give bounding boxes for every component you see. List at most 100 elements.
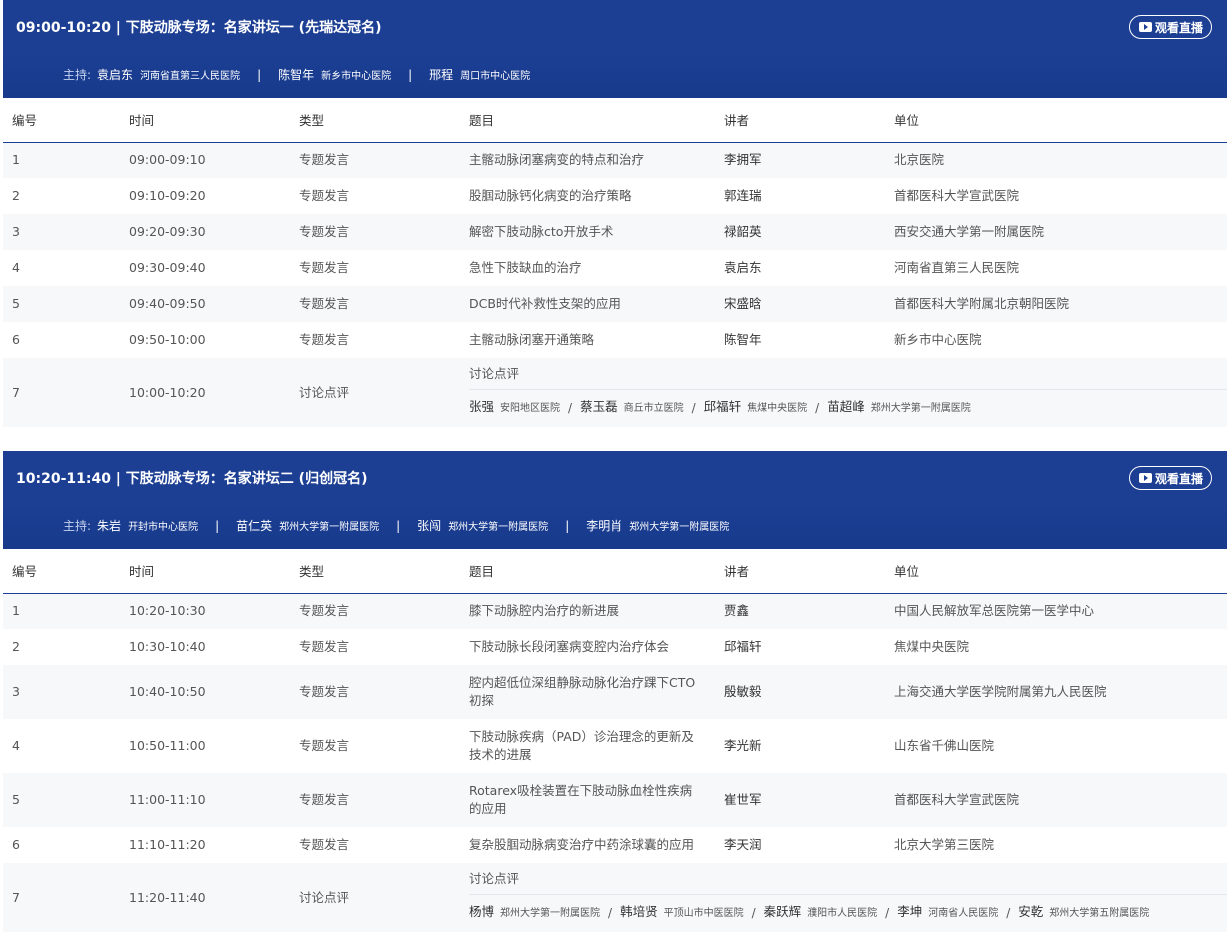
- row-type: 专题发言: [290, 178, 460, 214]
- row-speaker: 陈智年: [715, 322, 885, 358]
- schedule-table: 编号 时间 类型 题目 讲者 单位 1 10:20-10:30 专题发言 膝下动脉腔内治疗的新进展…: [3, 549, 1227, 932]
- discussion-speaker-name: 邱福轩: [703, 399, 742, 414]
- row-speaker: 贾鑫: [715, 593, 885, 629]
- hosts-prefix: 主持:: [63, 519, 92, 533]
- row-unit: 新乡市中心医院: [885, 322, 1227, 358]
- row-unit: 上海交通大学医学院附属第九人民医院: [885, 665, 1227, 719]
- table-row: 6 11:10-11:20 专题发言 复杂股腘动脉病变治疗中药涂球囊的应用 李天润 北京大…: [3, 827, 1227, 863]
- row-time: 09:50-10:00: [120, 322, 290, 358]
- host-unit: 河南省直第三人民医院: [140, 71, 241, 82]
- row-unit: 河南省直第三人民医院: [885, 250, 1227, 286]
- discussion-speaker-unit: 河南省人民医院: [928, 908, 999, 919]
- discussion-row: 7 10:00-10:20 讨论点评 讨论点评 张强 安阳地区医院 / 蔡玉磊 商丘市立医院 / 邱…: [3, 358, 1227, 427]
- host-unit: 郑州大学第一附属医院: [629, 522, 730, 533]
- host-name: 邢程: [429, 68, 454, 82]
- col-speaker-header: 讲者: [715, 549, 885, 594]
- discussion-speaker: 杨博 郑州大学第一附属医院: [469, 903, 600, 923]
- table-row: 4 10:50-11:00 专题发言 下肢动脉疾病（PAD）诊治理念的更新及技术的进展…: [3, 719, 1227, 773]
- host-name: 李明肖: [586, 519, 623, 533]
- host-unit: 郑州大学第一附属医院: [448, 522, 549, 533]
- row-time: 09:10-09:20: [120, 178, 290, 214]
- row-number: 1: [3, 593, 120, 629]
- row-type: 专题发言: [290, 773, 460, 827]
- row-topic: 复杂股腘动脉病变治疗中药涂球囊的应用: [460, 827, 715, 863]
- row-topic: Rotarex吸栓装置在下肢动脉血栓性疾病的应用: [460, 773, 715, 827]
- row-type: 专题发言: [290, 250, 460, 286]
- table-row: 4 09:30-09:40 专题发言 急性下肢缺血的治疗 袁启东 河南省直第三人民医院: [3, 250, 1227, 286]
- row-number: 1: [3, 142, 120, 178]
- row-type: 专题发言: [290, 719, 460, 773]
- col-unit-header: 单位: [885, 98, 1227, 143]
- col-type-header: 类型: [290, 549, 460, 594]
- row-topic: 股腘动脉钙化病变的治疗策略: [460, 178, 715, 214]
- row-speaker: 李光新: [715, 719, 885, 773]
- row-topic: 主髂动脉闭塞病变的特点和治疗: [460, 142, 715, 178]
- row-speaker: 崔世军: [715, 773, 885, 827]
- table-row: 3 09:20-09:30 专题发言 解密下肢动脉cto开放手术 禄韶英 西安交通大学第一…: [3, 214, 1227, 250]
- row-unit: 焦煤中央医院: [885, 629, 1227, 665]
- row-type: 专题发言: [290, 665, 460, 719]
- host-name: 陈智年: [278, 68, 315, 82]
- watch-live-button[interactable]: 观看直播: [1128, 466, 1212, 490]
- host-name: 朱岩: [97, 519, 122, 533]
- row-unit: 西安交通大学第一附属医院: [885, 214, 1227, 250]
- discussion-speaker-unit: 濮阳市人民医院: [807, 908, 878, 919]
- discussion-speaker-name: 杨博: [469, 904, 495, 919]
- row-topic: 下肢动脉疾病（PAD）诊治理念的更新及技术的进展: [460, 719, 715, 773]
- play-video-icon: [1138, 22, 1152, 32]
- host-separator: |: [408, 67, 413, 82]
- speaker-separator: /: [885, 906, 890, 920]
- row-time: 10:50-11:00: [120, 719, 290, 773]
- speaker-separator: /: [568, 401, 573, 415]
- table-header-row: 编号 时间 类型 题目 讲者 单位: [3, 98, 1227, 143]
- row-number: 4: [3, 250, 120, 286]
- watch-live-button[interactable]: 观看直播: [1128, 15, 1212, 39]
- discussion-speaker-name: 李坤: [897, 904, 923, 919]
- row-number: 3: [3, 665, 120, 719]
- discussion-title: 讨论点评: [469, 358, 1227, 390]
- col-number-header: 编号: [3, 549, 120, 594]
- row-number: 2: [3, 629, 120, 665]
- host-unit: 郑州大学第一附属医院: [279, 522, 380, 533]
- speaker-separator: /: [1006, 906, 1011, 920]
- row-time: 09:00-09:10: [120, 142, 290, 178]
- host-entry: 李明肖 郑州大学第一附属医院: [586, 517, 729, 534]
- host-unit: 新乡市中心医院: [321, 71, 392, 82]
- discussion-speaker: 韩培贤 平顶山市中医医院: [620, 903, 744, 923]
- discussion-speaker-name: 安乾: [1018, 904, 1044, 919]
- row-number: 5: [3, 773, 120, 827]
- host-separator: |: [565, 518, 570, 533]
- host-entry: 朱岩 开封市中心医院: [97, 517, 198, 534]
- row-time: 11:10-11:20: [120, 827, 290, 863]
- row-time: 09:30-09:40: [120, 250, 290, 286]
- speaker-separator: /: [691, 401, 696, 415]
- discussion-content: 讨论点评 杨博 郑州大学第一附属医院 / 韩培贤 平顶山市中医医院 / 秦跃辉 濮阳市人民医院 /…: [460, 863, 1227, 932]
- host-name: 张闯: [417, 519, 442, 533]
- row-topic: 主髂动脉闭塞开通策略: [460, 322, 715, 358]
- table-row: 2 10:30-10:40 专题发言 下肢动脉长段闭塞病变腔内治疗体会 邱福轩 焦煤中央医…: [3, 629, 1227, 665]
- discussion-speaker-unit: 焦煤中央医院: [747, 403, 808, 414]
- session-header: 09:00-10:20 | 下肢动脉专场：名家讲坛一 (先瑞达冠名) 观看直播: [3, 0, 1227, 51]
- discussion-speaker-unit: 安阳地区医院: [500, 403, 561, 414]
- host-entry: 袁启东 河南省直第三人民医院: [97, 66, 240, 83]
- row-topic: 下肢动脉长段闭塞病变腔内治疗体会: [460, 629, 715, 665]
- row-speaker: 邱福轩: [715, 629, 885, 665]
- discussion-speaker-name: 韩培贤: [620, 904, 658, 919]
- session-block: 09:00-10:20 | 下肢动脉专场：名家讲坛一 (先瑞达冠名) 观看直播 主持…: [3, 0, 1227, 427]
- row-time: 10:30-10:40: [120, 629, 290, 665]
- host-entry: 陈智年 新乡市中心医院: [278, 66, 391, 83]
- session-block: 10:20-11:40 | 下肢动脉专场：名家讲坛二 (归创冠名) 观看直播主持:…: [3, 451, 1227, 932]
- row-type: 专题发言: [290, 142, 460, 178]
- host-separator: |: [396, 518, 401, 533]
- row-type: 讨论点评: [290, 358, 460, 427]
- discussion-speaker: 张强 安阳地区医院: [469, 398, 560, 418]
- discussion-content: 讨论点评 张强 安阳地区医院 / 蔡玉磊 商丘市立医院 / 邱福轩 焦煤中央医院 / 苗超峰 郑州大学…: [460, 358, 1227, 427]
- discussion-speaker-unit: 商丘市立医院: [623, 403, 684, 414]
- row-number: 6: [3, 322, 120, 358]
- session-header: 10:20-11:40 | 下肢动脉专场：名家讲坛二 (归创冠名) 观看直播: [3, 451, 1227, 502]
- row-type: 专题发言: [290, 286, 460, 322]
- discussion-speaker-name: 蔡玉磊: [580, 399, 618, 414]
- speaker-separator: /: [608, 906, 613, 920]
- row-topic: DCB时代补救性支架的应用: [460, 286, 715, 322]
- row-unit: 首都医科大学附属北京朝阳医院: [885, 286, 1227, 322]
